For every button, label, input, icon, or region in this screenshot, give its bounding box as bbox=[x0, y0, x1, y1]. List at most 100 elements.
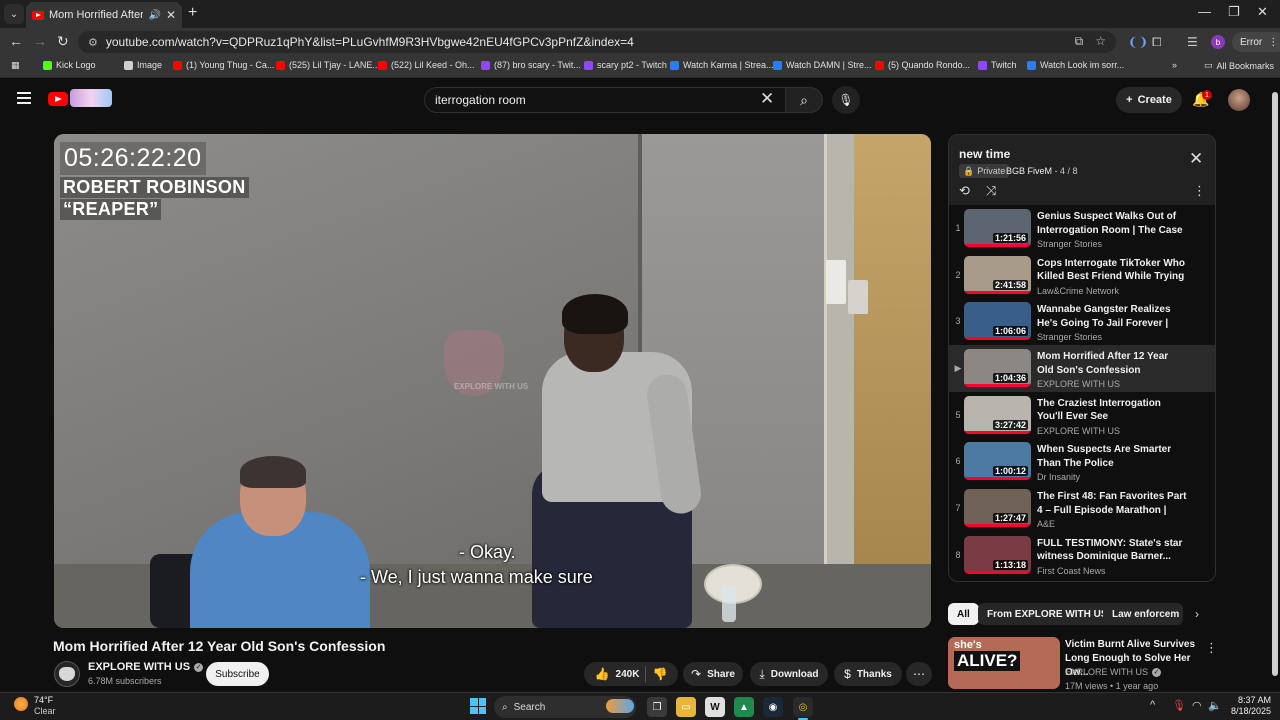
chip-law-enforcement[interactable]: Law enforcem bbox=[1103, 603, 1183, 625]
playlist-item[interactable]: 5 3:27:42 The Craziest Interrogation You… bbox=[949, 392, 1215, 439]
bookmark-star-icon[interactable]: ☆ bbox=[1095, 34, 1106, 49]
recommended-more-icon[interactable]: ⋮ bbox=[1205, 640, 1218, 656]
video-frame-bottle bbox=[722, 586, 736, 622]
recommended-thumbnail[interactable]: she's ALIVE? bbox=[948, 637, 1060, 689]
search-clear-icon[interactable]: ✕ bbox=[760, 89, 774, 109]
playlist-item[interactable]: 2 2:41:58 Cops Interrogate TikToker Who … bbox=[949, 252, 1215, 299]
tab-search-chevron-icon[interactable]: ⌄ bbox=[4, 4, 24, 24]
playlist-item[interactable]: 3 1:06:06 Wannabe Gangster Realizes He's… bbox=[949, 298, 1215, 345]
bookmark-item[interactable]: (87) bro scary - Twit... bbox=[481, 60, 581, 70]
bookmark-item[interactable]: (1) Young Thug - Ca... bbox=[173, 60, 274, 70]
apps-grid-icon[interactable]: ▦ bbox=[11, 60, 20, 71]
like-count[interactable]: 240K bbox=[616, 669, 640, 680]
youtube-logo-icon[interactable] bbox=[48, 92, 68, 106]
media-controls-icon[interactable]: ☰ bbox=[1187, 35, 1198, 49]
playlist-owner[interactable]: BGB FiveM bbox=[1006, 166, 1052, 176]
share-button[interactable]: ↷ Share bbox=[683, 662, 743, 686]
app-icon[interactable]: ▲ bbox=[734, 697, 754, 717]
bookmarks-overflow-chevron-icon[interactable]: » bbox=[1172, 60, 1177, 70]
video-player[interactable]: EXPLORE WITH US 05:26:22:20 ROBERT ROBIN… bbox=[54, 134, 931, 628]
playlist-item-title: When Suspects Are Smarter Than The Polic… bbox=[1037, 444, 1172, 469]
menu-hamburger-icon[interactable] bbox=[17, 92, 31, 107]
chrome-icon[interactable]: ◎ bbox=[793, 697, 813, 717]
bookmark-item[interactable]: Image bbox=[124, 60, 162, 70]
playlist-item[interactable]: 1 1:21:56 Genius Suspect Walks Out of In… bbox=[949, 205, 1215, 252]
extension-icon[interactable]: ❨❩ bbox=[1128, 35, 1148, 49]
bookmark-item[interactable]: (5) Quando Rondo... bbox=[875, 60, 970, 70]
reload-icon[interactable]: ↻ bbox=[57, 33, 69, 50]
restore-icon[interactable]: ❐ bbox=[1228, 4, 1240, 20]
active-tab[interactable]: Mom Horrified After 12 Year Old Son's Co… bbox=[26, 2, 182, 28]
clock-date[interactable]: 8/18/2025 bbox=[1227, 706, 1271, 716]
playlist-close-icon[interactable]: ✕ bbox=[1189, 149, 1203, 169]
playlist-item-title: Genius Suspect Walks Out of Interrogatio… bbox=[1037, 211, 1183, 236]
playlist-item[interactable]: 8 1:13:18 FULL TESTIMONY: State's star w… bbox=[949, 532, 1215, 579]
thumbs-down-icon[interactable]: 👎 bbox=[652, 667, 667, 681]
extensions-puzzle-icon[interactable]: ⧠ bbox=[1152, 35, 1162, 50]
bookmark-item[interactable]: Kick Logo bbox=[43, 60, 96, 70]
file-explorer-icon[interactable]: ▭ bbox=[676, 697, 696, 717]
site-info-icon[interactable]: ⚙ bbox=[88, 36, 98, 49]
bookmark-item[interactable]: Watch Karma | Strea... bbox=[670, 60, 774, 70]
playlist-more-icon[interactable]: ⋮ bbox=[1193, 183, 1206, 199]
speaker-icon[interactable]: 🔊 bbox=[148, 10, 160, 21]
recommended-meta: 17M views • 1 year ago bbox=[1065, 681, 1159, 691]
bookmark-item[interactable]: Twitch bbox=[978, 60, 1017, 70]
bookmark-item[interactable]: (522) Lil Keed - Oh... bbox=[378, 60, 475, 70]
channel-name-link[interactable]: EXPLORE WITH US ✓ bbox=[88, 661, 204, 673]
bookmark-favicon-icon bbox=[378, 60, 387, 70]
microphone-icon[interactable]: 🎙 bbox=[1172, 699, 1186, 712]
window-close-icon[interactable]: ✕ bbox=[1257, 4, 1268, 20]
search-input[interactable]: iterrogation room bbox=[424, 87, 786, 113]
clock-time[interactable]: 8:37 AM bbox=[1237, 695, 1271, 705]
bookmark-item[interactable]: scary pt2 - Twitch bbox=[584, 60, 667, 70]
bookmark-item[interactable]: Watch DAMN | Stre... bbox=[773, 60, 872, 70]
back-arrow-icon[interactable]: ← bbox=[9, 33, 23, 49]
thanks-button[interactable]: $ Thanks bbox=[834, 662, 902, 686]
error-chip[interactable]: Error ⋮ bbox=[1232, 32, 1280, 52]
search-button[interactable]: ⌕ bbox=[785, 87, 823, 113]
weather-temperature[interactable]: 74°F bbox=[34, 695, 53, 705]
more-actions-button[interactable]: ⋯ bbox=[906, 662, 932, 686]
install-app-icon[interactable]: ⧉ bbox=[1075, 34, 1084, 49]
wifi-icon[interactable]: ◠ bbox=[1192, 699, 1202, 712]
chip-from-channel[interactable]: From EXPLORE WITH US bbox=[978, 603, 1117, 625]
create-button[interactable]: + Create bbox=[1116, 87, 1182, 113]
subscribe-button[interactable]: Subscribe bbox=[206, 662, 269, 686]
chip-all[interactable]: All bbox=[948, 603, 979, 625]
bookmark-item[interactable]: Watch Look im sorr... bbox=[1027, 60, 1124, 70]
loop-icon[interactable]: ⟲ bbox=[959, 183, 970, 199]
all-bookmarks-button[interactable]: ▭ All Bookmarks bbox=[1204, 60, 1274, 71]
steam-icon[interactable]: ◉ bbox=[763, 697, 783, 717]
download-button[interactable]: ⤓ Download bbox=[750, 662, 828, 686]
voice-search-mic-icon[interactable]: 🎙 bbox=[832, 86, 860, 114]
video-overlay-name: ROBERT ROBINSON bbox=[60, 177, 249, 198]
tab-close-icon[interactable]: ✕ bbox=[166, 8, 176, 22]
forward-arrow-icon[interactable]: → bbox=[33, 33, 47, 49]
weather-sun-icon[interactable] bbox=[14, 697, 28, 711]
user-avatar[interactable] bbox=[1228, 89, 1250, 111]
address-bar[interactable]: ⚙ youtube.com/watch?v=QDPRuz1qPhY&list=P… bbox=[78, 31, 1116, 53]
bookmark-item[interactable]: (525) Lil Tjay - LANE... bbox=[276, 60, 380, 70]
youtube-doodle-logo[interactable] bbox=[70, 89, 112, 107]
chips-next-chevron-icon[interactable]: › bbox=[1195, 607, 1199, 621]
volume-icon[interactable]: 🔈 bbox=[1208, 699, 1222, 712]
thumbs-up-icon[interactable]: 👍 bbox=[595, 667, 610, 681]
playlist-item-current[interactable]: ▶ 1:04:36 Mom Horrified After 12 Year Ol… bbox=[949, 345, 1215, 392]
shuffle-icon[interactable]: ⤨ bbox=[986, 183, 996, 199]
playlist-item[interactable]: 7 1:27:47 The First 48: Fan Favorites Pa… bbox=[949, 485, 1215, 532]
page-scrollbar-thumb[interactable] bbox=[1272, 92, 1278, 676]
minimize-icon[interactable]: — bbox=[1198, 4, 1211, 19]
weather-condition[interactable]: Clear bbox=[34, 706, 56, 716]
app-icon[interactable]: W bbox=[705, 697, 725, 717]
recommended-channel[interactable]: EXPLORE WITH US ✓ bbox=[1065, 667, 1162, 677]
windows-start-icon[interactable] bbox=[470, 698, 486, 714]
playlist-title[interactable]: new time bbox=[959, 147, 1010, 161]
new-tab-plus-icon[interactable]: + bbox=[188, 4, 197, 22]
task-view-icon[interactable]: ❐ bbox=[647, 697, 667, 717]
omnibox-actions: ⧉ ☆ bbox=[1075, 34, 1106, 49]
channel-avatar[interactable] bbox=[54, 661, 80, 687]
profile-avatar[interactable]: b bbox=[1211, 35, 1225, 49]
playlist-item[interactable]: 6 1:00:12 When Suspects Are Smarter Than… bbox=[949, 438, 1215, 485]
tray-overflow-chevron-icon[interactable]: ^ bbox=[1150, 699, 1155, 711]
